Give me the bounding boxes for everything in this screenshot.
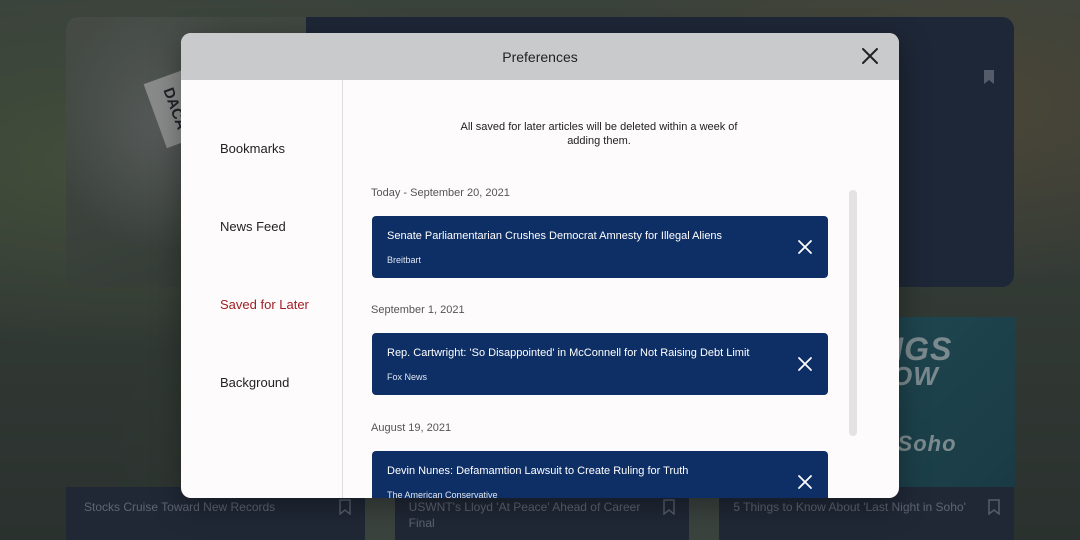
article-title: Rep. Cartwright: 'So Disappointed' in Mc…: [387, 347, 750, 359]
sidebar-item-saved-for-later[interactable]: Saved for Later: [220, 297, 309, 312]
date-label: Today - September 20, 2021: [371, 187, 510, 199]
close-icon: [798, 357, 812, 371]
saved-article-card[interactable]: Rep. Cartwright: 'So Disappointed' in Mc…: [372, 333, 828, 395]
close-button[interactable]: [859, 45, 881, 67]
remove-article-button[interactable]: [796, 355, 814, 373]
scrollbar-thumb[interactable]: [849, 190, 857, 436]
article-source: The American Conservative: [387, 490, 498, 498]
scrollbar[interactable]: [849, 190, 857, 436]
modal-header: Preferences: [181, 33, 899, 80]
saved-article-card[interactable]: Senate Parliamentarian Crushes Democrat …: [372, 216, 828, 278]
sidebar-item-background[interactable]: Background: [220, 375, 289, 390]
close-icon: [798, 240, 812, 254]
remove-article-button[interactable]: [796, 473, 814, 491]
preferences-modal: Preferences Bookmarks News Feed Saved fo…: [181, 33, 899, 498]
date-label: September 1, 2021: [371, 304, 465, 316]
remove-article-button[interactable]: [796, 238, 814, 256]
close-icon: [798, 475, 812, 489]
close-icon: [862, 48, 878, 64]
article-title: Devin Nunes: Defamamtion Lawsuit to Crea…: [387, 465, 689, 477]
sidebar-item-bookmarks[interactable]: Bookmarks: [220, 141, 285, 156]
modal-title: Preferences: [502, 48, 578, 65]
preferences-sidebar: Bookmarks News Feed Saved for Later Back…: [181, 80, 343, 498]
modal-body: Bookmarks News Feed Saved for Later Back…: [181, 80, 899, 498]
saved-article-card[interactable]: Devin Nunes: Defamamtion Lawsuit to Crea…: [372, 451, 828, 498]
article-title: Senate Parliamentarian Crushes Democrat …: [387, 230, 723, 242]
sidebar-item-news-feed[interactable]: News Feed: [220, 219, 286, 234]
article-source: Fox News: [387, 372, 428, 382]
article-source: Breitbart: [387, 255, 422, 265]
saved-for-later-panel: All saved for later articles will be del…: [344, 80, 899, 498]
date-label: August 19, 2021: [371, 422, 452, 434]
deletion-notice: All saved for later articles will be del…: [460, 121, 738, 147]
